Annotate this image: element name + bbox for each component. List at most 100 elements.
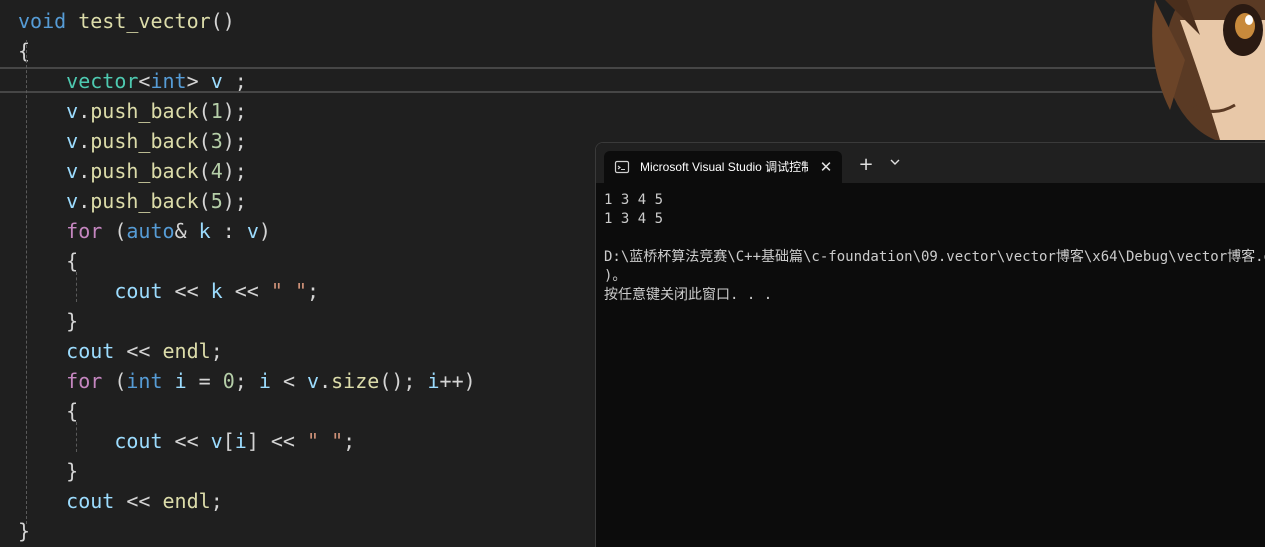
code-token: < <box>138 69 151 93</box>
code-token: ); <box>222 189 247 213</box>
code-token: . <box>78 189 91 213</box>
code-token: size <box>331 369 380 393</box>
code-line[interactable]: } <box>18 456 78 486</box>
code-line[interactable]: v.push_back(4); <box>18 156 247 186</box>
code-token: test_vector <box>78 9 211 33</box>
code-token: for <box>66 219 103 243</box>
terminal-output-line: 1 3 4 5 <box>604 211 664 227</box>
tab-title: Microsoft Visual Studio 调试控制台 <box>640 160 808 174</box>
code-token: i <box>258 369 271 393</box>
code-token: ( <box>198 129 211 153</box>
chevron-down-icon[interactable] <box>884 155 906 175</box>
code-token: } <box>66 309 79 333</box>
code-token: 1 <box>210 99 223 123</box>
code-token: ] << <box>246 429 308 453</box>
code-line[interactable]: for (int i = 0; i < v.size(); i++) <box>18 366 476 396</box>
code-line[interactable]: cout << k << " "; <box>18 276 319 306</box>
code-token: 5 <box>210 189 223 213</box>
code-token: auto <box>126 219 175 243</box>
indent-guide <box>76 422 77 452</box>
debug-console-window[interactable]: Microsoft Visual Studio 调试控制台 ✕ + 1 3 4 … <box>595 142 1265 547</box>
code-line[interactable]: cout << endl; <box>18 486 223 516</box>
code-token: ( <box>198 159 211 183</box>
code-token: vector <box>66 69 139 93</box>
code-token: cout <box>114 429 163 453</box>
code-token: << <box>114 339 163 363</box>
code-token: . <box>78 99 91 123</box>
code-token: > <box>186 69 211 93</box>
code-token: v <box>66 129 79 153</box>
code-token: ); <box>222 129 247 153</box>
code-token: << <box>114 489 163 513</box>
code-token: < <box>270 369 308 393</box>
code-token: " " <box>307 429 344 453</box>
code-token: ( <box>102 369 127 393</box>
indent-guide <box>26 40 27 524</box>
code-token: ; <box>307 279 320 303</box>
code-line[interactable]: void test_vector() <box>18 6 235 36</box>
code-token: push_back <box>90 189 199 213</box>
code-token: ); <box>222 159 247 183</box>
console-icon <box>614 159 630 175</box>
code-token: ; <box>234 369 259 393</box>
code-token: 0 <box>222 369 235 393</box>
code-token: ; <box>343 429 356 453</box>
code-line[interactable]: } <box>18 306 78 336</box>
terminal-output-line: 1 3 4 5 <box>604 192 664 208</box>
code-token: cout <box>66 489 115 513</box>
code-token: . <box>319 369 332 393</box>
new-tab-button[interactable]: + <box>854 155 878 175</box>
code-token: push_back <box>90 99 199 123</box>
code-token: { <box>66 249 79 273</box>
code-token: v <box>246 219 259 243</box>
terminal-output[interactable]: 1 3 4 5 1 3 4 5 D:\蓝桥杯算法竞赛\C++基础篇\c-found… <box>604 191 1265 541</box>
code-token: ( <box>198 99 211 123</box>
code-line[interactable]: { <box>18 36 30 66</box>
terminal-titlebar: Microsoft Visual Studio 调试控制台 ✕ + <box>596 143 1265 183</box>
code-line[interactable]: cout << v[i] << " "; <box>18 426 355 456</box>
code-token: ; <box>210 489 223 513</box>
code-token: cout <box>66 339 115 363</box>
code-token: << <box>162 429 211 453</box>
code-token: int <box>126 369 163 393</box>
code-token: void <box>18 9 67 33</box>
code-token: << <box>162 279 211 303</box>
code-token: endl <box>162 489 211 513</box>
code-token: ( <box>102 219 127 243</box>
code-token: cout <box>114 279 163 303</box>
code-line[interactable]: { <box>18 396 78 426</box>
code-token: ++) <box>439 369 476 393</box>
code-token: ; <box>222 69 247 93</box>
code-line[interactable]: { <box>18 246 78 276</box>
code-line[interactable]: v.push_back(3); <box>18 126 247 156</box>
code-token: (); <box>379 369 428 393</box>
code-token: ( <box>198 189 211 213</box>
background-character-image <box>1125 0 1265 140</box>
code-token: { <box>18 39 31 63</box>
code-token: v <box>210 69 223 93</box>
code-token: . <box>78 129 91 153</box>
close-icon[interactable]: ✕ <box>816 157 836 177</box>
code-token: v <box>66 189 79 213</box>
code-token: v <box>66 99 79 123</box>
code-line[interactable]: v.push_back(5); <box>18 186 247 216</box>
code-token: i <box>427 369 440 393</box>
code-line[interactable]: } <box>18 516 30 546</box>
code-token: i <box>234 429 247 453</box>
code-line[interactable]: for (auto& k : v) <box>18 216 271 246</box>
code-line[interactable]: vector<int> v ; <box>18 66 247 96</box>
code-token: 4 <box>210 159 223 183</box>
code-line[interactable]: v.push_back(1); <box>18 96 247 126</box>
terminal-output-line: 按任意键关闭此窗口. . . <box>604 287 773 303</box>
code-token: ); <box>222 99 247 123</box>
code-token: push_back <box>90 129 199 153</box>
terminal-output-line: )。 <box>604 268 627 284</box>
tab-debug-console[interactable]: Microsoft Visual Studio 调试控制台 ✕ <box>604 151 842 183</box>
code-line[interactable]: cout << endl; <box>18 336 223 366</box>
code-token: & <box>174 219 199 243</box>
code-token: [ <box>222 429 235 453</box>
code-token: { <box>66 399 79 423</box>
